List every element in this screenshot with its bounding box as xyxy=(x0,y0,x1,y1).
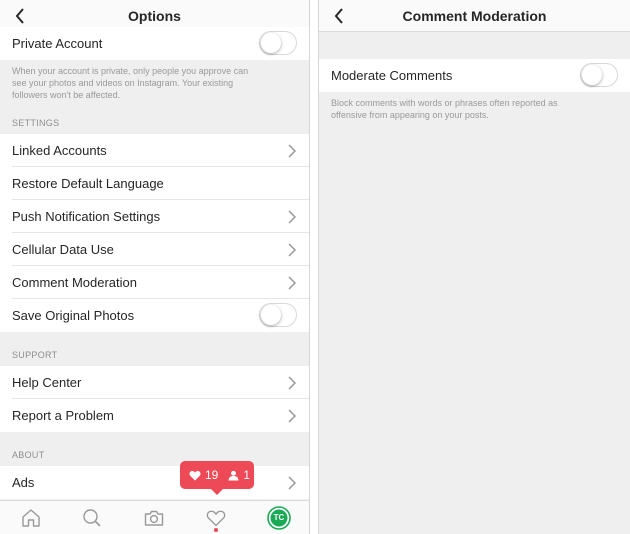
page-title: Options xyxy=(128,7,181,24)
moderate-comments-label: Moderate Comments xyxy=(331,68,453,83)
moderate-comments-row: Moderate Comments xyxy=(319,59,630,92)
push-notification-settings-label: Push Notification Settings xyxy=(12,209,161,224)
comment-moderation-item[interactable]: Comment Moderation xyxy=(0,266,309,299)
tab-search[interactable] xyxy=(82,508,102,528)
chevron-right-icon xyxy=(288,376,297,390)
private-account-toggle[interactable] xyxy=(259,31,297,55)
moderate-comments-toggle[interactable] xyxy=(580,63,618,87)
chevron-right-icon xyxy=(288,210,297,224)
avatar-text: TC xyxy=(273,513,285,522)
report-a-problem-item[interactable]: Report a Problem xyxy=(0,399,309,432)
private-account-label: Private Account xyxy=(12,36,103,51)
home-icon xyxy=(22,509,40,527)
ads-item[interactable]: Ads xyxy=(0,466,309,499)
linked-accounts-item[interactable]: Linked Accounts xyxy=(0,134,309,167)
restore-default-language-label: Restore Default Language xyxy=(12,176,164,191)
activity-notification-popup[interactable]: 19 1 xyxy=(180,461,254,495)
comment-moderation-navbar: Comment Moderation xyxy=(319,0,630,32)
tab-activity[interactable] xyxy=(206,508,226,528)
chevron-left-icon xyxy=(334,8,343,24)
report-a-problem-label: Report a Problem xyxy=(12,408,114,423)
chevron-right-icon xyxy=(288,476,297,490)
tab-profile[interactable]: TC xyxy=(267,506,291,530)
restore-default-language-item[interactable]: Restore Default Language xyxy=(0,167,309,200)
ads-label: Ads xyxy=(12,475,35,490)
person-icon xyxy=(228,470,239,480)
private-account-help: When your account is private, only peopl… xyxy=(12,66,249,100)
chevron-right-icon xyxy=(288,276,297,290)
search-icon xyxy=(83,509,101,527)
chevron-right-icon xyxy=(288,243,297,257)
likes-count: 19 xyxy=(205,468,219,482)
tab-camera[interactable] xyxy=(144,508,164,528)
chevron-left-icon xyxy=(15,8,24,24)
bottom-tab-bar: TC xyxy=(0,500,309,534)
support-section-header: SUPPORT xyxy=(12,350,58,360)
comment-moderation-label: Comment Moderation xyxy=(12,275,137,290)
private-account-row: Private Account xyxy=(0,27,309,60)
about-section-header: ABOUT xyxy=(12,450,45,460)
activity-dot xyxy=(214,528,218,532)
tab-home[interactable] xyxy=(21,508,41,528)
page-title: Comment Moderation xyxy=(402,7,547,24)
push-notification-settings-item[interactable]: Push Notification Settings xyxy=(0,200,309,233)
settings-section-header: SETTINGS xyxy=(12,118,60,128)
save-original-photos-label: Save Original Photos xyxy=(12,308,135,323)
back-button[interactable] xyxy=(327,4,351,28)
followers-count: 1 xyxy=(243,468,251,482)
cellular-data-use-label: Cellular Data Use xyxy=(12,242,114,257)
camera-icon xyxy=(144,510,164,526)
save-original-photos-row: Save Original Photos xyxy=(0,299,309,332)
cellular-data-use-item[interactable]: Cellular Data Use xyxy=(0,233,309,266)
comment-moderation-screen: Comment Moderation Moderate Comments Blo… xyxy=(318,0,630,534)
options-screen: Options Private Account When your accoun… xyxy=(0,0,310,534)
moderate-comments-help: Block comments with words or phrases oft… xyxy=(331,98,558,120)
save-original-photos-toggle[interactable] xyxy=(259,303,297,327)
heart-icon xyxy=(206,510,226,527)
help-center-label: Help Center xyxy=(12,375,82,390)
back-button[interactable] xyxy=(8,4,32,28)
linked-accounts-label: Linked Accounts xyxy=(12,143,107,158)
heart-filled-icon xyxy=(189,470,201,480)
chevron-right-icon xyxy=(288,409,297,423)
chevron-right-icon xyxy=(288,144,297,158)
help-center-item[interactable]: Help Center xyxy=(0,366,309,399)
